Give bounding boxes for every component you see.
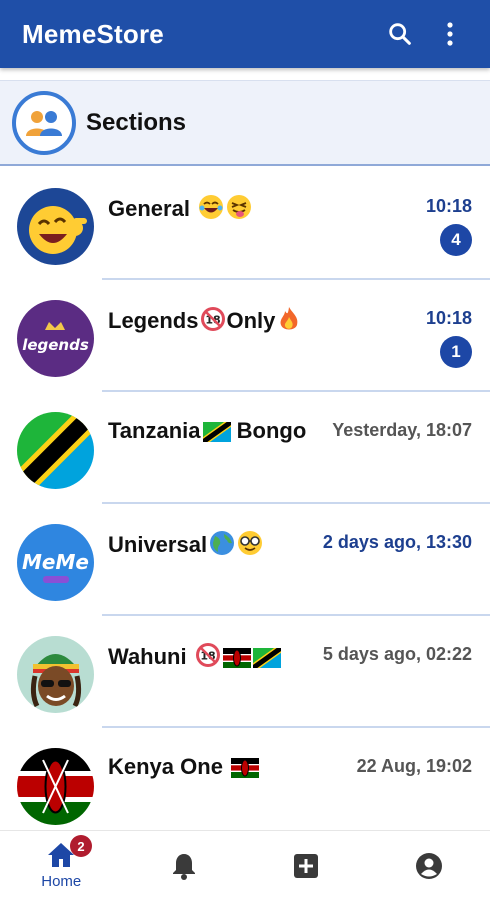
nav-notifications[interactable] — [123, 831, 246, 900]
laughing-emoji-avatar — [17, 188, 94, 265]
chat-name: Tanzania Bongo — [108, 418, 306, 448]
search-button[interactable] — [382, 16, 418, 52]
bottom-nav: 2 Home — [0, 830, 490, 900]
chat-time: 22 Aug, 19:02 — [356, 756, 472, 776]
chat-row-universal[interactable]: MeMe Universal 2 days ago, 13:30 — [0, 504, 490, 616]
legends-logo-avatar: legends — [17, 300, 94, 377]
chat-time: 10:18 — [425, 196, 472, 216]
chat-name: Legends 18 Only — [108, 306, 301, 338]
flag-kenya-icon — [231, 758, 260, 784]
chat-name-text: Legends — [108, 308, 199, 333]
tanzania-flag-avatar — [17, 412, 94, 489]
chat-row-kenya-one[interactable]: Kenya One 22 Aug, 19:02 — [0, 728, 490, 840]
unread-badge: 4 — [440, 224, 472, 256]
chat-name: Universal — [108, 530, 263, 562]
meme-logo-avatar: MeMe — [17, 524, 94, 601]
18-plus-icon: 18 — [200, 306, 226, 338]
bell-icon — [172, 853, 195, 880]
nav-profile[interactable] — [368, 831, 490, 900]
sections-row[interactable]: Sections — [0, 80, 490, 166]
fire-icon — [277, 306, 301, 338]
avatar — [17, 412, 94, 489]
avatar: legends — [17, 300, 94, 377]
app-bar: MemeStore — [0, 0, 490, 68]
group-icon — [26, 110, 62, 136]
account-circle-icon — [415, 852, 442, 879]
chat-name: General — [108, 194, 252, 226]
avatar: MeMe — [17, 524, 94, 601]
notification-badge: 2 — [70, 835, 92, 857]
globe-icon — [209, 530, 235, 562]
nav-home[interactable]: 2 Home — [0, 831, 123, 900]
app-title: MemeStore — [22, 18, 164, 49]
avatar — [17, 748, 94, 825]
chat-name-text: Wahuni — [108, 644, 193, 669]
avatar — [17, 188, 94, 265]
chat-name: Kenya One — [108, 754, 260, 784]
svg-text:legends: legends — [22, 336, 89, 354]
sections-label: Sections — [86, 108, 187, 136]
rasta-cartoon-avatar — [17, 636, 94, 713]
nav-home-label: Home — [41, 873, 82, 890]
kenya-flag-avatar — [17, 748, 94, 825]
chat-time: 10:18 — [425, 308, 472, 328]
chat-name: Wahuni 18 — [108, 642, 284, 674]
overflow-menu-button[interactable] — [432, 16, 468, 52]
nav-add[interactable] — [245, 831, 368, 900]
flag-tanzania-icon — [250, 644, 284, 674]
chat-list: General 10:18 4 legends Legends 18 Only — [0, 168, 490, 840]
avatar — [17, 636, 94, 713]
chat-name-text-2: Bongo — [230, 418, 307, 443]
flag-tanzania-icon — [200, 418, 233, 448]
tongue-out-icon — [226, 194, 252, 226]
more-vert-icon — [447, 22, 453, 46]
nerd-face-icon — [237, 530, 263, 562]
chat-row-general[interactable]: General 10:18 4 — [0, 168, 490, 280]
chat-row-legends[interactable]: legends Legends 18 Only 10:18 1 — [0, 280, 490, 392]
chat-row-wahuni[interactable]: Wahuni 18 5 days ago, 02:22 — [0, 616, 490, 728]
chat-name-text-2: Only — [226, 308, 276, 333]
meme-logo-text: MeMe — [22, 550, 89, 574]
chat-name-text: Tanzania — [108, 418, 201, 443]
chat-time: 2 days ago, 13:30 — [322, 532, 472, 552]
unread-badge: 1 — [440, 336, 472, 368]
chat-name-text: Kenya One — [108, 754, 230, 779]
chat-time: Yesterday, 18:07 — [332, 420, 472, 440]
chat-row-tanzania-bongo[interactable]: Tanzania Bongo Yesterday, 18:07 — [0, 392, 490, 504]
chat-name-text: General — [108, 196, 190, 221]
laughing-tears-icon — [198, 194, 224, 226]
sections-avatar — [12, 90, 76, 155]
chat-name-text: Universal — [108, 532, 208, 557]
add-box-icon — [294, 853, 319, 878]
search-icon — [389, 23, 411, 45]
flag-kenya-icon — [222, 648, 251, 674]
18-plus-icon: 18 — [195, 642, 221, 674]
chat-time: 5 days ago, 02:22 — [322, 644, 472, 664]
